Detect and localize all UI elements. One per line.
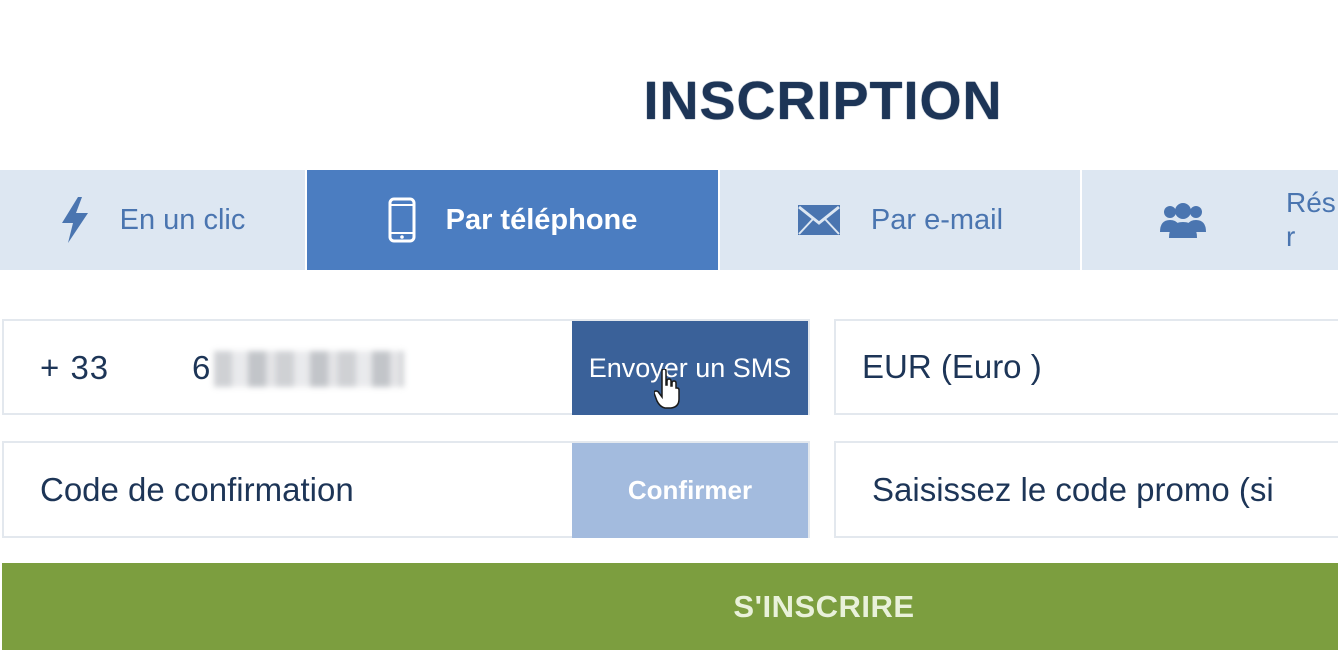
registration-tabs: En un clic Par téléphone Par e-mail Rés …	[0, 170, 1338, 270]
tab-social-networks[interactable]: Rés r	[1080, 170, 1338, 270]
promo-code-field[interactable]: Saisissez le code promo (si	[834, 441, 1338, 538]
envelope-icon	[797, 204, 841, 236]
redacted-phone-digits	[214, 351, 404, 387]
tab-email[interactable]: Par e-mail	[718, 170, 1080, 270]
confirmation-code-input[interactable]: Code de confirmation	[40, 471, 354, 509]
confirm-label: Confirmer	[627, 475, 753, 505]
registration-page: INSCRIPTION En un clic Par téléphone Par…	[0, 0, 1338, 650]
promo-code-input[interactable]: Saisissez le code promo (si	[872, 471, 1274, 509]
hand-cursor-icon	[653, 368, 680, 416]
tab-label: Rés r	[1286, 186, 1338, 254]
page-title: INSCRIPTION	[643, 71, 1003, 131]
register-button[interactable]: S'INSCRIRE	[2, 563, 1338, 650]
register-label: S'INSCRIRE	[733, 588, 915, 624]
tab-label-truncated: Rés r	[1286, 187, 1336, 252]
confirm-button[interactable]: Confirmer	[572, 443, 808, 538]
country-code-prefix[interactable]: + 33	[40, 349, 109, 387]
users-group-icon	[1160, 202, 1206, 238]
send-sms-button[interactable]: Envoyer un SMS	[572, 321, 808, 415]
send-sms-label: Envoyer un SMS	[588, 352, 792, 383]
tab-phone[interactable]: Par téléphone	[305, 170, 718, 270]
currency-select[interactable]: EUR (Euro )	[834, 319, 1338, 415]
phone-number-input[interactable]: 6	[192, 349, 210, 387]
tab-label: Par téléphone	[445, 203, 638, 236]
smartphone-icon	[388, 197, 416, 243]
phone-field[interactable]: + 33 6 Envoyer un SMS	[2, 319, 810, 415]
confirmation-code-field[interactable]: Code de confirmation Confirmer	[2, 441, 810, 538]
tab-label: Par e-mail	[870, 203, 1004, 236]
tab-one-click[interactable]: En un clic	[0, 170, 305, 270]
lightning-icon	[60, 197, 90, 243]
currency-value: EUR (Euro )	[862, 348, 1042, 385]
tab-label: En un clic	[119, 203, 246, 236]
